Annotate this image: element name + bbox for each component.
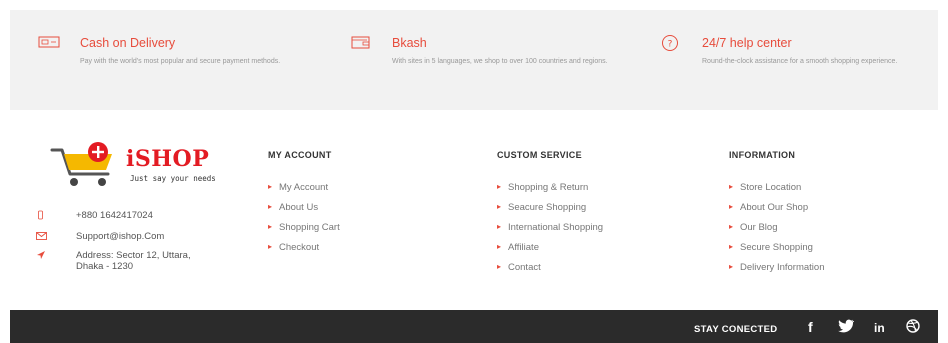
column-title: CUSTOM SERVICE	[497, 150, 582, 160]
feature-desc: Round-the-clock assistance for a smooth …	[702, 58, 898, 65]
footer-link-affiliate[interactable]: Affiliate	[497, 242, 603, 262]
footer-link-international-shopping[interactable]: International Shopping	[497, 222, 603, 242]
footer-link-contact[interactable]: Contact	[497, 262, 603, 282]
feature-title: Bkash	[392, 36, 427, 50]
footer-link-seacure-shopping[interactable]: Seacure Shopping	[497, 202, 603, 222]
facebook-icon[interactable]: f	[808, 319, 824, 335]
footer-link-our-blog[interactable]: Our Blog	[729, 222, 824, 242]
address-line-2: Dhaka - 1230	[76, 261, 134, 272]
phone-icon	[36, 210, 46, 220]
link-list: Shopping & Return Seacure Shopping Inter…	[497, 182, 603, 282]
address-line-1: Address: Sector 12, Uttara,	[76, 250, 191, 261]
linkedin-icon[interactable]: in	[874, 319, 890, 335]
link-list: My Account About Us Shopping Cart Checko…	[268, 182, 340, 262]
footer-bottom-bar: STAY CONECTED f in	[10, 310, 938, 343]
footer-link-about-us[interactable]: About Us	[268, 202, 340, 222]
footer-link-shopping-return[interactable]: Shopping & Return	[497, 182, 603, 202]
column-title: MY ACCOUNT	[268, 150, 332, 160]
footer-link-my-account[interactable]: My Account	[268, 182, 340, 202]
dribbble-icon[interactable]	[906, 319, 922, 335]
link-list: Store Location About Our Shop Our Blog S…	[729, 182, 824, 282]
footer-link-secure-shopping[interactable]: Secure Shopping	[729, 242, 824, 262]
brand-name: iSHOP	[126, 146, 210, 172]
twitter-icon[interactable]	[838, 319, 855, 335]
location-arrow-icon	[36, 250, 46, 260]
cash-icon	[38, 34, 60, 50]
brand-logo[interactable]: iSHOP Just say your needs	[48, 140, 228, 192]
stay-connected-label: STAY CONECTED	[694, 324, 778, 335]
feature-desc: With sites in 5 languages, we shop to ov…	[392, 58, 608, 65]
phone-text: +880 1642417024	[76, 210, 153, 221]
address-text: Address: Sector 12, Uttara, Dhaka - 1230	[76, 250, 226, 272]
footer-column-custom-service: CUSTOM SERVICE Shopping & Return Seacure…	[497, 150, 603, 273]
footer-link-shopping-cart[interactable]: Shopping Cart	[268, 222, 340, 242]
footer-link-store-location[interactable]: Store Location	[729, 182, 824, 202]
shopping-cart-logo-icon	[48, 140, 128, 195]
facebook-glyph: f	[808, 319, 813, 335]
footer-link-about-our-shop[interactable]: About Our Shop	[729, 202, 824, 222]
svg-text:?: ?	[668, 40, 673, 50]
feature-title: Cash on Delivery	[80, 36, 176, 50]
linkedin-glyph: in	[874, 321, 885, 335]
footer-link-checkout[interactable]: Checkout	[268, 242, 340, 262]
footer-link-delivery-information[interactable]: Delivery Information	[729, 262, 824, 282]
footer-column-my-account: MY ACCOUNT My Account About Us Shopping …	[268, 150, 340, 253]
brand-tagline: Just say your needs	[130, 174, 216, 183]
mail-icon	[36, 231, 47, 241]
email-text[interactable]: Support@ishop.Com	[76, 231, 226, 242]
feature-desc: Pay with the world's most popular and se…	[80, 58, 281, 65]
footer-column-information: INFORMATION Store Location About Our Sho…	[729, 150, 824, 273]
help-icon: ?	[660, 34, 682, 51]
wallet-icon	[350, 34, 372, 50]
feature-title: 24/7 help center	[702, 36, 792, 50]
features-strip: Cash on Delivery Pay with the world's mo…	[10, 10, 938, 110]
column-title: INFORMATION	[729, 150, 796, 160]
